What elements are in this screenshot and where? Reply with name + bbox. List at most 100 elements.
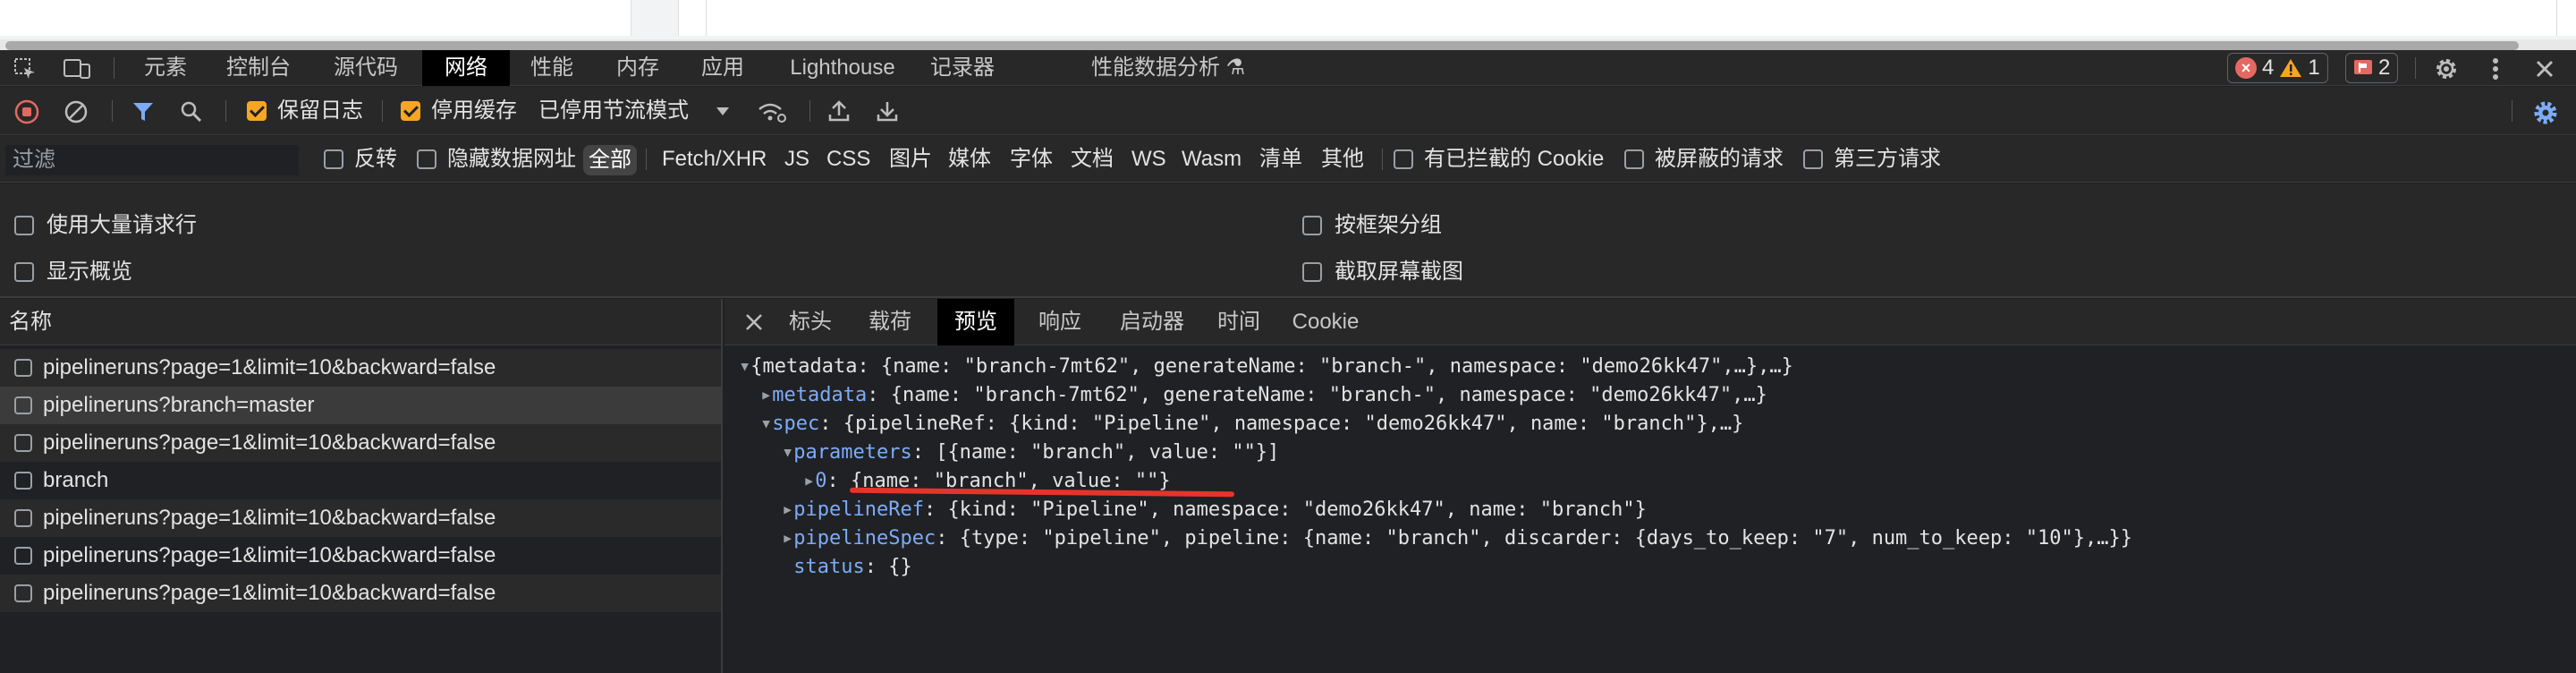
- json-metadata-line[interactable]: ▸metadata: {name: "branch-7mt62", genera…: [760, 381, 1767, 410]
- tab-timing[interactable]: 时间: [1208, 299, 1270, 345]
- overview-checkbox[interactable]: [14, 262, 34, 282]
- filter-type-doc[interactable]: 文档: [1071, 136, 1114, 183]
- group-by-frame-checkbox[interactable]: [1302, 216, 1322, 235]
- throttling-select[interactable]: 已停用节流模式: [538, 98, 689, 124]
- more-vertical-icon[interactable]: [2482, 55, 2509, 82]
- tab-memory[interactable]: 内存: [606, 50, 669, 86]
- network-settings-gear-icon[interactable]: [2531, 98, 2560, 127]
- request-row[interactable]: pipelineruns?page=1&limit=10&backward=fa…: [0, 424, 721, 462]
- request-row[interactable]: pipelineruns?page=1&limit=10&backward=fa…: [0, 349, 721, 387]
- row-checkbox[interactable]: [14, 472, 32, 490]
- request-row[interactable]: pipelineruns?page=1&limit=10&backward=fa…: [0, 537, 721, 575]
- hide-data-urls-checkbox[interactable]: [417, 149, 436, 169]
- request-row[interactable]: pipelineruns?branch=master: [0, 387, 721, 424]
- divider: [382, 100, 383, 122]
- filter-type-css[interactable]: CSS: [826, 136, 870, 183]
- inspect-element-icon[interactable]: [13, 56, 38, 81]
- record-stop-icon[interactable]: [14, 99, 39, 124]
- network-conditions-icon[interactable]: [757, 99, 787, 124]
- close-detail-icon[interactable]: [742, 311, 766, 334]
- export-har-icon[interactable]: [875, 98, 900, 124]
- request-row[interactable]: branch: [0, 462, 721, 499]
- filter-type-font[interactable]: 字体: [1010, 136, 1053, 183]
- json-key: spec: [772, 413, 820, 435]
- filter-type-js[interactable]: JS: [784, 136, 809, 183]
- tab-sources[interactable]: 源代码: [328, 50, 403, 86]
- divider: [2415, 57, 2416, 79]
- row-checkbox[interactable]: [14, 584, 32, 602]
- request-detail-pane: 标头 载荷 预览 响应 启动器 时间 Cookie ▾{metadata: {n…: [724, 299, 2576, 673]
- filter-type-fetch-xhr[interactable]: Fetch/XHR: [662, 136, 767, 183]
- device-toolbar-icon[interactable]: [63, 56, 91, 81]
- tab-application[interactable]: 应用: [691, 50, 754, 86]
- disable-cache-label: 停用缓存: [431, 98, 517, 123]
- filter-type-wasm[interactable]: Wasm: [1182, 136, 1241, 183]
- tab-elements[interactable]: 元素: [134, 50, 197, 86]
- chevron-down-icon[interactable]: [714, 101, 732, 121]
- page-viewport: [0, 0, 2576, 50]
- expand-triangle-icon[interactable]: ▾: [782, 441, 793, 464]
- close-icon[interactable]: [2531, 55, 2558, 82]
- filter-type-manifest[interactable]: 清单: [1259, 136, 1302, 183]
- name-column-header[interactable]: 名称: [0, 299, 721, 345]
- json-pipelinespec-line[interactable]: ▸pipelineSpec: {type: "pipeline", pipeli…: [782, 524, 2132, 553]
- tab-recorder[interactable]: 记录器 ⚗: [930, 50, 1020, 115]
- tab-response[interactable]: 响应: [1029, 299, 1091, 345]
- filter-type-other[interactable]: 其他: [1321, 136, 1364, 183]
- expand-triangle-icon[interactable]: ▾: [760, 413, 772, 435]
- row-checkbox[interactable]: [14, 359, 32, 377]
- json-root-line[interactable]: ▾{metadata: {name: "branch-7mt62", gener…: [739, 353, 1793, 381]
- screenshots-checkbox[interactable]: [1302, 262, 1322, 282]
- tab-cookies[interactable]: Cookie: [1281, 299, 1370, 345]
- tab-performance[interactable]: 性能: [521, 50, 583, 86]
- invert-checkbox[interactable]: [324, 149, 343, 169]
- row-checkbox[interactable]: [14, 509, 32, 527]
- filter-type-img[interactable]: 图片: [889, 136, 932, 183]
- issues-counter[interactable]: × 4 1: [2227, 53, 2328, 83]
- row-checkbox[interactable]: [14, 434, 32, 452]
- horizontal-scrollbar-thumb[interactable]: [5, 41, 2519, 50]
- tab-headers[interactable]: 标头: [784, 299, 837, 345]
- import-har-icon[interactable]: [826, 98, 852, 124]
- clear-icon[interactable]: [64, 99, 89, 124]
- search-icon[interactable]: [179, 99, 204, 124]
- blocked-requests-checkbox[interactable]: [1624, 149, 1644, 169]
- preserve-log-checkbox[interactable]: [247, 101, 267, 121]
- collapse-triangle-icon[interactable]: ▸: [782, 527, 793, 549]
- row-checkbox[interactable]: [14, 547, 32, 565]
- request-row[interactable]: pipelineruns?page=1&limit=10&backward=fa…: [0, 575, 721, 612]
- json-value: : {kind: "Pipeline", namespace: "demo26k…: [923, 498, 1647, 521]
- filter-input[interactable]: 过滤: [5, 145, 299, 175]
- tab-network[interactable]: 网络: [422, 50, 510, 86]
- tab-console[interactable]: 控制台: [221, 50, 296, 86]
- filter-icon[interactable]: [131, 99, 156, 124]
- gear-icon[interactable]: [2433, 55, 2460, 82]
- tab-payload[interactable]: 载荷: [859, 299, 921, 345]
- issues-badge[interactable]: 2: [2345, 53, 2399, 83]
- third-party-checkbox[interactable]: [1803, 149, 1823, 169]
- collapse-triangle-icon[interactable]: ▸: [760, 384, 772, 406]
- blocked-cookies-checkbox[interactable]: [1394, 149, 1413, 169]
- tab-recorder-label: 记录器: [930, 55, 995, 80]
- divider: [1382, 149, 1383, 170]
- filter-type-ws[interactable]: WS: [1131, 136, 1166, 183]
- json-key: pipelineRef: [793, 498, 924, 521]
- tab-preview[interactable]: 预览: [937, 299, 1014, 345]
- filter-type-all[interactable]: 全部: [583, 145, 637, 175]
- filter-type-media[interactable]: 媒体: [948, 136, 991, 183]
- collapse-triangle-icon[interactable]: ▸: [782, 498, 793, 521]
- collapse-triangle-icon[interactable]: ▸: [803, 470, 815, 492]
- json-pipelineref-line[interactable]: ▸pipelineRef: {kind: "Pipeline", namespa…: [782, 496, 1647, 524]
- tab-initiator[interactable]: 启动器: [1107, 299, 1197, 345]
- json-status-line[interactable]: ▸status: {}: [782, 553, 911, 582]
- big-rows-checkbox[interactable]: [14, 216, 34, 235]
- json-spec-line[interactable]: ▾spec: {pipelineRef: {kind: "Pipeline", …: [760, 410, 1743, 439]
- tab-performance-insights[interactable]: 性能数据分析 ⚗: [1091, 50, 1261, 86]
- disable-cache-checkbox[interactable]: [401, 101, 420, 121]
- row-checkbox[interactable]: [14, 396, 32, 414]
- request-row[interactable]: pipelineruns?page=1&limit=10&backward=fa…: [0, 499, 721, 537]
- json-parameters-line[interactable]: ▾parameters: [{name: "branch", value: ""…: [782, 439, 1279, 467]
- request-name: pipelineruns?page=1&limit=10&backward=fa…: [43, 430, 496, 455]
- tab-lighthouse[interactable]: Lighthouse: [780, 50, 905, 86]
- expand-triangle-icon[interactable]: ▾: [739, 355, 750, 378]
